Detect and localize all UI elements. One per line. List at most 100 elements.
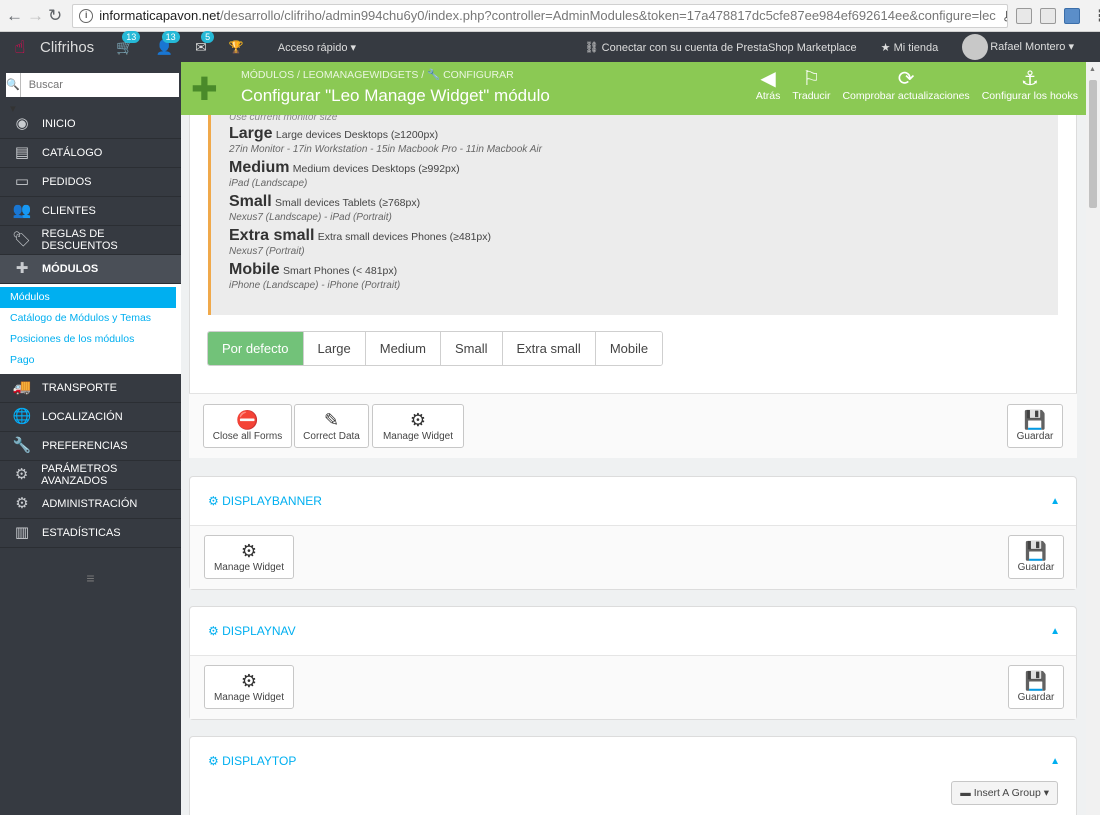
submenu-item-pago[interactable]: Pago <box>0 350 181 371</box>
main-content: ✚ MÓDULOS / LEOMANAGEWIDGETS / 🔧 CONFIGU… <box>181 62 1086 815</box>
prestashop-logo-icon[interactable]: ☝ <box>8 35 32 59</box>
forward-arrow-icon[interactable]: → <box>27 5 44 27</box>
correct-data-button[interactable]: ✎ Correct Data <box>294 404 369 448</box>
messages-badge: 5 <box>201 30 215 43</box>
configure-hooks-button[interactable]: ⚓ Configurar los hooks <box>982 68 1078 102</box>
extension-icon[interactable] <box>1016 7 1033 24</box>
users-icon: 👥 <box>12 202 32 219</box>
sidebar-item-preferencias[interactable]: 🔧 PREFERENCIAS <box>0 432 181 461</box>
star-icon: ★ <box>880 41 894 54</box>
scroll-up-icon[interactable]: ▲ <box>1089 66 1096 73</box>
back-arrow-icon[interactable]: ← <box>6 5 23 27</box>
avatar <box>962 34 989 60</box>
save-button[interactable]: 💾 Guardar <box>1008 665 1064 709</box>
actions-bar: ⛔ Close all Forms ✎ Correct Data ⚙ Manage W… <box>189 393 1077 458</box>
sidebar-item-localizacion[interactable]: 🌐 LOCALIZACIÓN <box>0 403 181 432</box>
search-input[interactable] <box>20 73 179 97</box>
arrow-left-circle-icon: ◀ <box>760 68 776 90</box>
floppy-disk-icon: 💾 <box>1024 671 1048 691</box>
caret-up-icon[interactable]: ▲ <box>1050 607 1060 656</box>
sidebar-item-parametros[interactable]: ⚙ PARÁMETROS AVANZADOS <box>0 461 181 490</box>
caret-up-icon[interactable]: ▲ <box>1050 477 1060 526</box>
customers-badge: 13 <box>161 30 180 43</box>
save-button[interactable]: 💾 Guardar <box>1007 404 1063 448</box>
cogs-icon: ⚙ <box>240 671 258 691</box>
search-box: 🔍 ▾ <box>6 73 179 115</box>
anchor-icon: ⚓ <box>1020 68 1039 90</box>
caret-up-icon[interactable]: ▲ <box>1050 737 1060 786</box>
device-row: Large Large devices Desktops (≥1200px) 27… <box>229 125 542 155</box>
marketplace-link[interactable]: ⛓ Conectar con su cuenta de PrestaShop M… <box>585 41 857 54</box>
sidebar-item-estadisticas[interactable]: ▥ ESTADÍSTICAS <box>0 519 181 548</box>
quick-access-menu[interactable]: Acceso rápido ▾ <box>278 41 356 54</box>
submenu-item-posiciones[interactable]: Posiciones de los módulos <box>0 329 181 350</box>
tab-default[interactable]: Por defecto <box>208 332 304 365</box>
page-title: Configurar "Leo Manage Widget" módulo <box>241 86 550 105</box>
submenu-item-catalogo[interactable]: Catálogo de Módulos y Temas <box>0 308 181 329</box>
my-shop-link[interactable]: ★ Mi tienda <box>881 41 939 54</box>
sidebar-item-transporte[interactable]: 🚚 TRANSPORTE <box>0 374 181 403</box>
manage-widget-button[interactable]: ⚙ Manage Widget <box>372 404 464 448</box>
browser-toolbar: ← → ↻ i informaticapavon.net /desarrollo… <box>0 0 1100 32</box>
close-all-forms-button[interactable]: ⛔ Close all Forms <box>203 404 292 448</box>
shop-name[interactable]: Clifrihos <box>40 39 94 56</box>
admin-header: ☝ Clifrihos 🛒 13 👤 13 ✉ 5 🏆 Acceso rápid… <box>0 30 1100 62</box>
tab-large[interactable]: Large <box>303 332 366 365</box>
sidebar-item-pedidos[interactable]: ▭ PEDIDOS <box>0 168 181 197</box>
sidebar-item-clientes[interactable]: 👥 CLIENTES <box>0 197 181 226</box>
sidebar-item-modulos[interactable]: ✚ MÓDULOS <box>0 255 181 284</box>
insert-group-button[interactable]: ▬ Insert A Group ▾ <box>951 781 1058 805</box>
hook-header[interactable]: ⚙ DISPLAYBANNER ▲ <box>190 477 1076 526</box>
floppy-disk-icon: 💾 <box>1023 410 1047 430</box>
key-icon[interactable]: ⚷ <box>1002 8 1007 24</box>
submenu-item-modulos[interactable]: Módulos <box>0 287 176 308</box>
tab-extra-small[interactable]: Extra small <box>502 332 596 365</box>
user-menu[interactable]: Rafael Montero ▾ <box>962 34 1074 60</box>
wrench-icon: 🔧 <box>12 437 32 454</box>
credit-card-icon: ▭ <box>14 173 30 190</box>
tags-icon: 🏷 <box>12 231 32 248</box>
collapse-menu-icon[interactable]: ≡ <box>0 570 181 586</box>
dashboard-icon: ◉ <box>15 115 29 132</box>
back-button[interactable]: ◀ Atrás <box>756 68 781 102</box>
search-type-dropdown[interactable]: 🔍 ▾ <box>6 73 21 115</box>
manage-widget-button[interactable]: ⚙ Manage Widget <box>204 535 294 579</box>
sidebar-item-inicio[interactable]: ◉ INICIO <box>0 110 181 139</box>
info-icon[interactable]: i <box>79 8 94 23</box>
manage-widget-button[interactable]: ⚙ Manage Widget <box>204 665 294 709</box>
save-button[interactable]: 💾 Guardar <box>1008 535 1064 579</box>
flag-icon: ⚐ <box>802 68 821 90</box>
gear-icon: ⚙ <box>15 495 29 512</box>
devices-info: Use current monitor size Large Large dev… <box>208 115 1058 315</box>
book-icon: ▤ <box>14 144 30 161</box>
tab-small[interactable]: Small <box>441 332 503 365</box>
address-bar[interactable]: i informaticapavon.net /desarrollo/clifr… <box>72 3 1009 28</box>
truck-icon: 🚚 <box>12 379 32 396</box>
tab-mobile[interactable]: Mobile <box>595 332 663 365</box>
extension-icon[interactable] <box>1064 7 1081 24</box>
customers-notification[interactable]: 👤 13 <box>156 30 180 56</box>
check-updates-button[interactable]: ⟳ Comprobar actualizaciones <box>842 68 969 102</box>
extension-icon[interactable] <box>1040 7 1057 24</box>
sidebar-item-administracion[interactable]: ⚙ ADMINISTRACIÓN <box>0 490 181 519</box>
page-scrollbar[interactable]: ▲ <box>1086 62 1100 815</box>
minus-circle-icon: ⛔ <box>236 410 259 430</box>
sidebar-item-catalogo[interactable]: ▤ CATÁLOGO <box>0 139 181 168</box>
scroll-thumb[interactable] <box>1089 80 1097 208</box>
tab-medium[interactable]: Medium <box>365 332 441 365</box>
sidebar-item-reglas[interactable]: 🏷 REGLAS DE DESCUENTOS <box>0 226 181 255</box>
modules-submenu: Módulos Catálogo de Módulos y Temas Posi… <box>0 284 181 374</box>
device-tabs: Por defecto Large Medium Small Extra sma… <box>207 331 664 366</box>
hook-header[interactable]: ⚙ DISPLAYTOP ▲ <box>190 737 1076 786</box>
hook-panel-displaybanner: ⚙ DISPLAYBANNER ▲ ⚙ Manage Widget 💾 Guardar <box>189 476 1077 590</box>
hook-header[interactable]: ⚙ DISPLAYNAV ▲ <box>190 607 1076 656</box>
cogs-icon: ⚙ <box>14 466 29 483</box>
translate-button[interactable]: ⚐ Traducir <box>792 68 830 102</box>
messages-notification[interactable]: ✉ 5 <box>195 30 215 56</box>
floppy-disk-icon: 💾 <box>1024 541 1048 561</box>
reload-icon[interactable]: ↻ <box>48 5 62 27</box>
orders-notification[interactable]: 🛒 13 <box>116 30 141 56</box>
cogs-icon: ⚙ <box>240 541 258 561</box>
trophy-icon[interactable]: 🏆 <box>229 40 244 54</box>
browser-menu-icon[interactable]: ⋮ <box>1092 6 1100 26</box>
